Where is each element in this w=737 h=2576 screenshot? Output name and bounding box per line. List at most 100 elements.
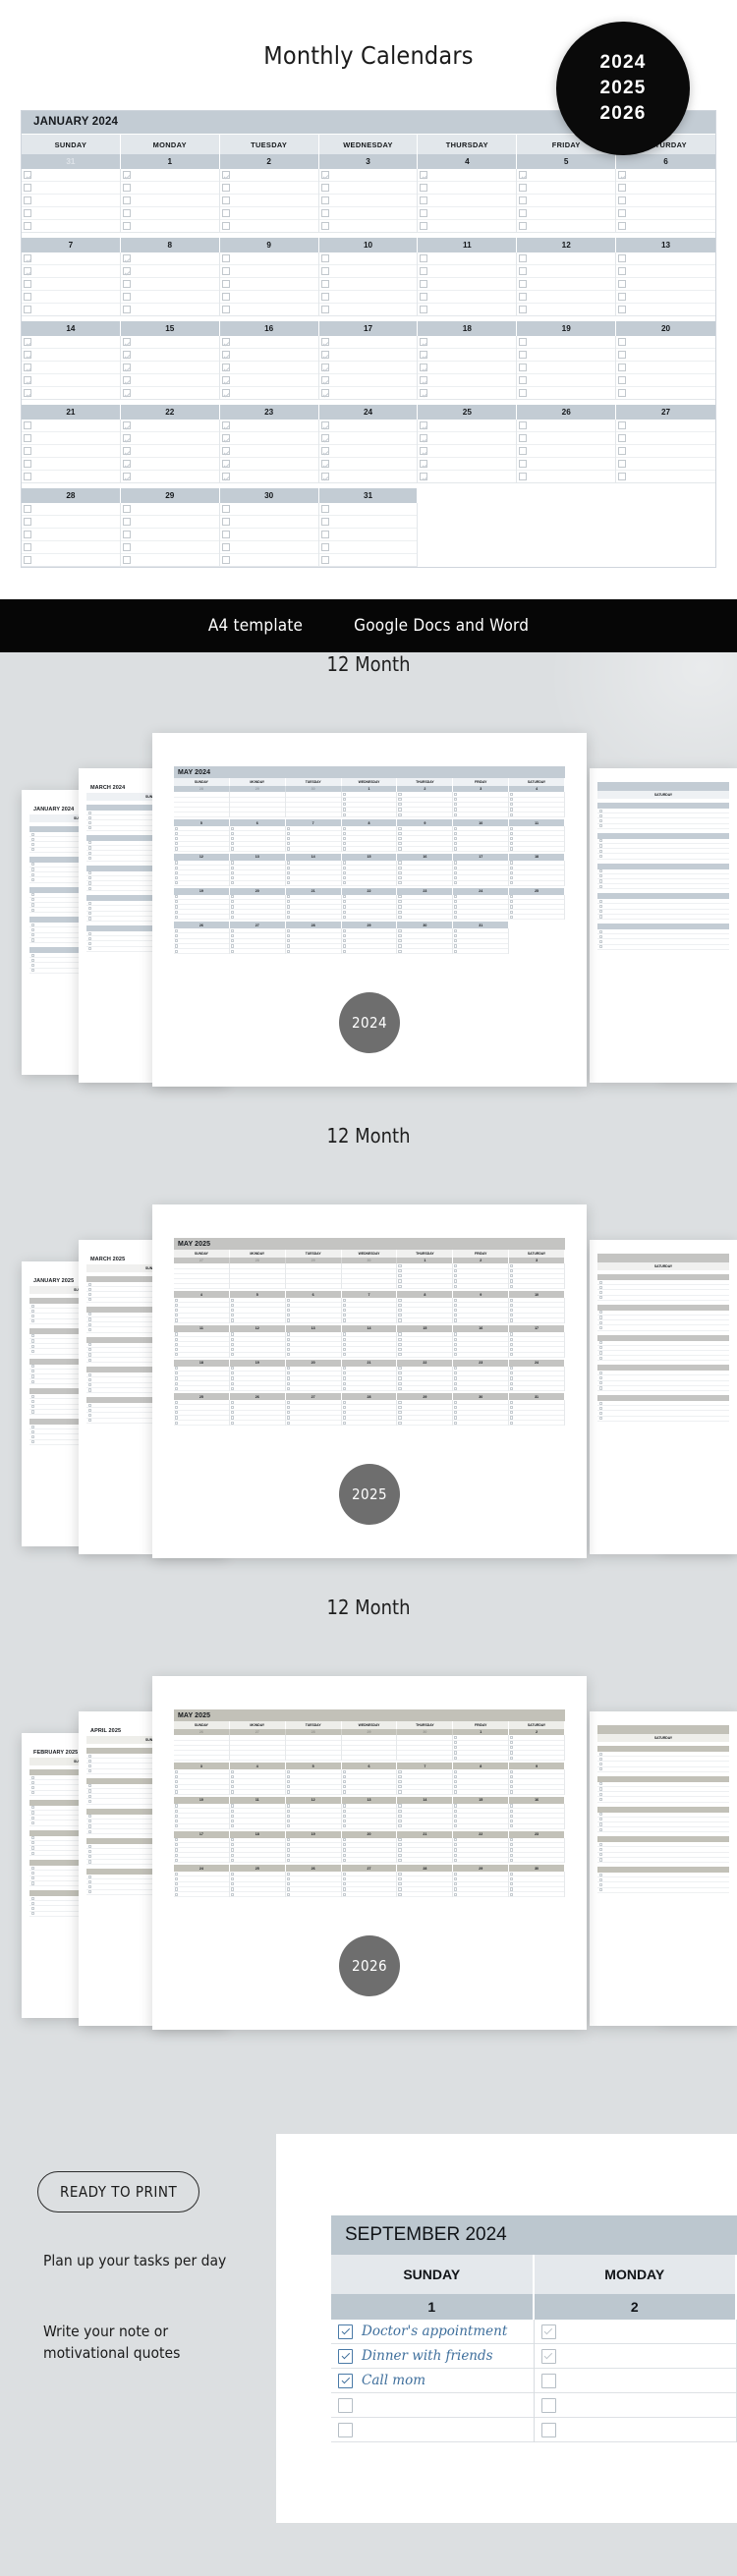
- sample-task-checkbox[interactable]: [540, 2324, 556, 2339]
- task-checkbox[interactable]: [519, 421, 528, 429]
- front-day-number[interactable]: 14: [286, 854, 342, 861]
- task-checkbox[interactable]: [510, 1416, 514, 1420]
- task-checkbox[interactable]: [454, 866, 458, 869]
- front-day-number[interactable]: 6: [342, 1763, 398, 1770]
- front-day-number[interactable]: 21: [286, 887, 342, 895]
- task-checkbox[interactable]: [320, 196, 329, 204]
- front-day-number[interactable]: 2: [509, 1728, 565, 1736]
- task-checkbox[interactable]: [510, 1263, 514, 1268]
- task-checkbox[interactable]: [286, 1381, 290, 1385]
- front-day-number[interactable]: 1: [453, 1728, 510, 1736]
- task-checkbox[interactable]: [454, 1400, 458, 1404]
- task-checkbox[interactable]: [618, 473, 627, 480]
- task-checkbox[interactable]: [122, 280, 131, 288]
- task-checkbox[interactable]: [510, 1876, 514, 1881]
- calendar-day-number[interactable]: 17: [319, 321, 419, 336]
- task-checkbox[interactable]: [398, 1381, 402, 1385]
- task-checkbox[interactable]: [230, 1400, 235, 1404]
- front-day-number[interactable]: 8: [342, 819, 398, 827]
- task-checkbox[interactable]: [230, 870, 235, 874]
- front-day-number[interactable]: 30: [286, 785, 342, 793]
- task-checkbox[interactable]: [320, 531, 329, 538]
- task-checkbox[interactable]: [420, 376, 428, 384]
- task-checkbox[interactable]: [398, 803, 402, 807]
- task-checkbox[interactable]: [454, 1416, 458, 1420]
- task-checkbox[interactable]: [122, 338, 131, 346]
- task-checkbox[interactable]: [175, 1353, 179, 1357]
- task-checkbox[interactable]: [454, 831, 458, 835]
- task-checkbox[interactable]: [24, 267, 31, 275]
- task-checkbox[interactable]: [510, 1814, 514, 1818]
- task-checkbox[interactable]: [122, 447, 131, 455]
- task-checkbox[interactable]: [175, 1887, 179, 1891]
- task-checkbox[interactable]: [175, 1882, 179, 1886]
- task-checkbox[interactable]: [342, 1342, 346, 1346]
- task-checkbox[interactable]: [221, 531, 230, 538]
- task-checkbox[interactable]: [286, 895, 290, 899]
- task-checkbox[interactable]: [175, 905, 179, 909]
- task-checkbox[interactable]: [286, 1785, 290, 1789]
- task-checkbox[interactable]: [175, 910, 179, 914]
- task-checkbox[interactable]: [342, 812, 346, 816]
- task-checkbox[interactable]: [175, 895, 179, 899]
- front-day-number[interactable]: 8: [397, 1291, 454, 1299]
- task-checkbox[interactable]: [230, 1774, 235, 1778]
- task-checkbox[interactable]: [454, 1756, 458, 1760]
- task-checkbox[interactable]: [221, 267, 230, 275]
- task-checkbox[interactable]: [230, 915, 235, 919]
- front-day-number[interactable]: 20: [230, 887, 286, 895]
- task-checkbox[interactable]: [420, 267, 428, 275]
- task-checkbox[interactable]: [24, 184, 31, 192]
- task-checkbox[interactable]: [454, 808, 458, 812]
- task-checkbox[interactable]: [398, 1279, 402, 1283]
- task-checkbox[interactable]: [24, 447, 31, 455]
- task-checkbox[interactable]: [175, 866, 179, 869]
- task-checkbox[interactable]: [175, 944, 179, 948]
- task-checkbox[interactable]: [320, 543, 329, 551]
- task-checkbox[interactable]: [286, 1790, 290, 1794]
- task-checkbox[interactable]: [24, 531, 31, 538]
- task-checkbox[interactable]: [342, 1882, 346, 1886]
- task-checkbox[interactable]: [398, 1269, 402, 1273]
- task-checkbox[interactable]: [320, 556, 329, 564]
- task-checkbox[interactable]: [122, 293, 131, 301]
- calendar-day-number[interactable]: 31: [319, 488, 419, 503]
- sample-task-text[interactable]: Dinner with friends: [362, 2348, 493, 2364]
- task-checkbox[interactable]: [454, 1872, 458, 1876]
- task-checkbox[interactable]: [510, 1269, 514, 1273]
- task-checkbox[interactable]: [286, 1809, 290, 1813]
- task-checkbox[interactable]: [230, 910, 235, 914]
- front-day-number[interactable]: 26: [286, 1865, 342, 1873]
- front-day-number[interactable]: 28: [286, 1728, 342, 1736]
- calendar-day-number[interactable]: 7: [22, 238, 121, 252]
- task-checkbox[interactable]: [398, 1858, 402, 1862]
- task-checkbox[interactable]: [618, 460, 627, 468]
- task-checkbox[interactable]: [230, 900, 235, 904]
- front-day-number[interactable]: 6: [286, 1291, 342, 1299]
- task-checkbox[interactable]: [230, 1769, 235, 1773]
- task-checkbox[interactable]: [175, 1785, 179, 1789]
- task-checkbox[interactable]: [175, 1790, 179, 1794]
- sample-task-checkbox[interactable]: [338, 2324, 353, 2339]
- front-day-number[interactable]: 30: [397, 1728, 454, 1736]
- calendar-day-number[interactable]: 16: [220, 321, 319, 336]
- task-checkbox[interactable]: [342, 1872, 346, 1876]
- task-checkbox[interactable]: [342, 1298, 346, 1302]
- task-checkbox[interactable]: [519, 209, 528, 217]
- task-checkbox[interactable]: [221, 254, 230, 262]
- task-checkbox[interactable]: [221, 351, 230, 359]
- sample-task-checkbox[interactable]: [540, 2373, 556, 2388]
- front-day-number[interactable]: 24: [509, 1359, 565, 1367]
- task-checkbox[interactable]: [320, 267, 329, 275]
- task-checkbox[interactable]: [342, 881, 346, 885]
- task-checkbox[interactable]: [454, 928, 458, 932]
- task-checkbox[interactable]: [510, 1308, 514, 1313]
- task-checkbox[interactable]: [230, 881, 235, 885]
- task-checkbox[interactable]: [230, 1337, 235, 1341]
- task-checkbox[interactable]: [24, 518, 31, 526]
- task-checkbox[interactable]: [342, 1386, 346, 1390]
- task-checkbox[interactable]: [454, 1882, 458, 1886]
- task-checkbox[interactable]: [398, 1332, 402, 1336]
- task-checkbox[interactable]: [510, 826, 514, 830]
- calendar-day-number[interactable]: 24: [319, 405, 419, 420]
